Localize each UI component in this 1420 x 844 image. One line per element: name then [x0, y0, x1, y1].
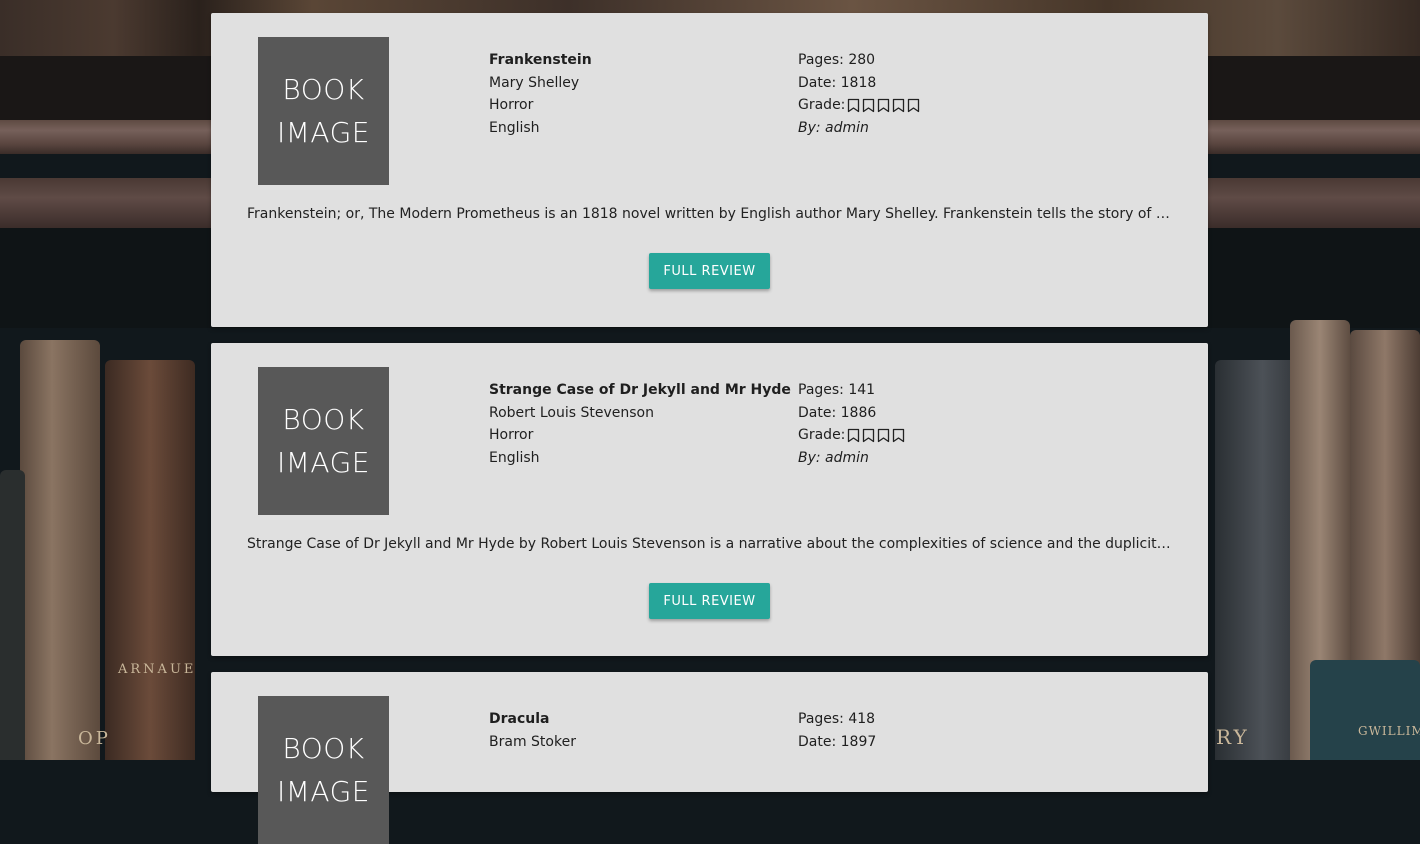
- book-title: Frankenstein: [489, 52, 592, 68]
- bookmark-outline-icon: [863, 98, 875, 112]
- grade-stars: [847, 98, 920, 113]
- bookmark-outline-icon: [893, 98, 905, 112]
- background-spine-text: OP: [78, 728, 111, 749]
- book-image-text: BOOK: [282, 403, 365, 436]
- book-image-text: IMAGE: [277, 116, 370, 149]
- bookmark-outline-icon: [893, 428, 905, 442]
- book-card: BOOK IMAGE Strange Case of Dr Jekyll and …: [211, 343, 1208, 656]
- book-language: English: [489, 119, 540, 136]
- book-meta: Pages: 418 Date: 1897: [798, 708, 876, 753]
- bookmark-outline-icon: [878, 428, 890, 442]
- book-date: Date: 1897: [798, 733, 877, 750]
- bookmark-outline-icon: [878, 98, 890, 112]
- grade-label: Grade:: [798, 427, 846, 443]
- book-author: Bram Stoker: [489, 733, 576, 750]
- full-review-button[interactable]: FULL REVIEW: [649, 253, 770, 289]
- book-title: Dracula: [489, 711, 550, 727]
- book-info: Dracula Bram Stoker: [489, 708, 576, 753]
- background-spine-text: ARNAUE: [118, 662, 197, 677]
- book-image-text: IMAGE: [277, 775, 370, 808]
- book-reviewer: By: admin: [798, 119, 869, 136]
- book-pages: Pages: 418: [798, 711, 876, 727]
- book-image-placeholder: BOOK IMAGE: [258, 37, 389, 185]
- grade-label: Grade:: [798, 97, 846, 113]
- book-genre: Horror: [489, 427, 534, 443]
- bookmark-outline-icon: [848, 428, 860, 442]
- book-image-placeholder: BOOK IMAGE: [258, 367, 389, 515]
- book-meta: Pages: 141 Date: 1886 Grade: By: admin: [798, 379, 905, 469]
- book-reviewer: By: admin: [798, 449, 869, 466]
- book-description: Strange Case of Dr Jekyll and Mr Hyde by…: [247, 536, 1173, 552]
- book-date: Date: 1886: [798, 404, 877, 421]
- book-image-text: BOOK: [282, 732, 365, 765]
- book-date: Date: 1818: [798, 74, 877, 91]
- book-image-text: BOOK: [282, 73, 365, 106]
- book-author: Robert Louis Stevenson: [489, 404, 654, 421]
- grade-stars: [847, 428, 905, 443]
- book-info: Strange Case of Dr Jekyll and Mr Hyde Ro…: [489, 379, 791, 469]
- book-author: Mary Shelley: [489, 74, 580, 91]
- book-language: English: [489, 449, 540, 466]
- background-spine-text: RY: [1216, 725, 1250, 749]
- bookmark-outline-icon: [863, 428, 875, 442]
- book-image-text: IMAGE: [277, 446, 370, 479]
- book-genre: Horror: [489, 97, 534, 113]
- book-title: Strange Case of Dr Jekyll and Mr Hyde: [489, 382, 791, 398]
- book-pages: Pages: 141: [798, 382, 876, 398]
- book-card: BOOK IMAGE Frankenstein Mary Shelley Horr…: [211, 13, 1208, 327]
- book-image-placeholder: BOOK IMAGE: [258, 696, 389, 844]
- book-description: Frankenstein; or, The Modern Prometheus …: [247, 206, 1173, 222]
- bookmark-outline-icon: [848, 98, 860, 112]
- book-pages: Pages: 280: [798, 52, 876, 68]
- book-grade: Grade:: [798, 94, 920, 117]
- background-spine-text: GWILLIM: [1358, 724, 1420, 738]
- bookmark-outline-icon: [908, 98, 920, 112]
- book-info: Frankenstein Mary Shelley Horror English: [489, 49, 592, 139]
- full-review-button[interactable]: FULL REVIEW: [649, 583, 770, 619]
- book-meta: Pages: 280 Date: 1818 Grade: By: admin: [798, 49, 920, 139]
- book-grade: Grade:: [798, 424, 905, 447]
- book-card: BOOK IMAGE Dracula Bram Stoker Pages: 418…: [211, 672, 1208, 844]
